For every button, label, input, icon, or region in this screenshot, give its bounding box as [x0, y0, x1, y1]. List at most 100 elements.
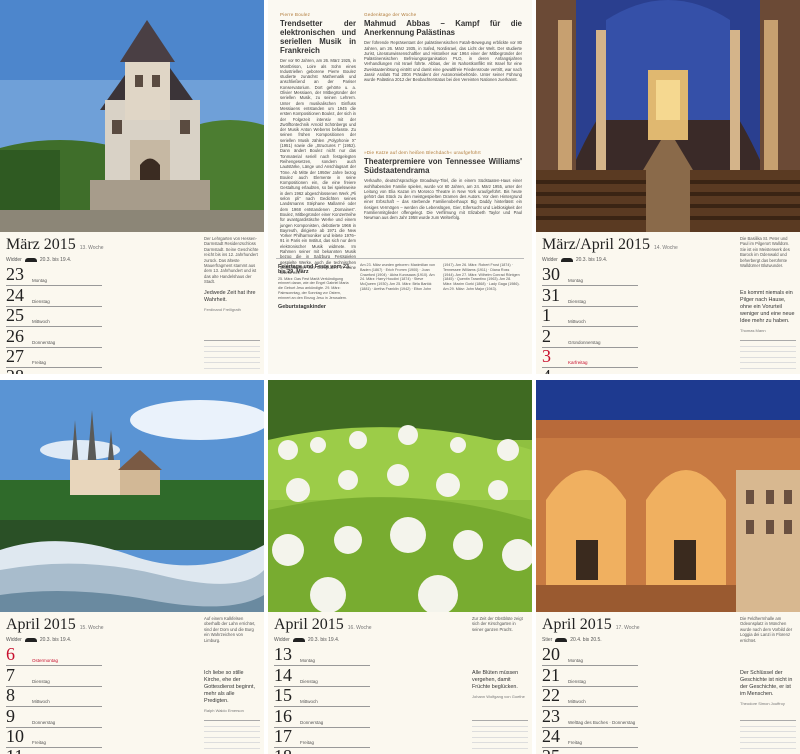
day-row: 16 Donnerstag [274, 707, 370, 728]
mini-calendar-cell [772, 341, 780, 346]
weekday-label: Montag [568, 658, 584, 664]
mini-calendar-cell [756, 352, 764, 357]
day-row: 10 Freitag [6, 727, 102, 748]
mini-calendar-cell [772, 358, 780, 363]
quote: Jedwede Zeit hat ihre Wahrheit. Ferdinand… [204, 290, 256, 312]
mini-calendar-cell [496, 732, 504, 737]
mini-calendar-cell [772, 369, 780, 374]
calendar-page-march: März 2015 13. Woche Widder 20.3. bis 19.4.… [0, 0, 264, 374]
mini-calendar-cell [520, 738, 528, 743]
mini-calendar-cell [520, 732, 528, 737]
mini-calendar-cell [252, 369, 260, 374]
mini-calendar-cell [204, 369, 212, 374]
mini-calendar-cell [748, 363, 756, 368]
mini-calendar [740, 720, 796, 754]
mini-calendar-cell [788, 727, 796, 732]
mini-calendar-cell [512, 749, 520, 754]
mini-calendar-cell [252, 363, 260, 368]
mini-calendar-cell [788, 347, 796, 352]
mini-calendar-cell [244, 347, 252, 352]
photo-castle [0, 0, 264, 232]
mini-calendar-cell [764, 347, 772, 352]
day-row: 14 Dienstag [274, 666, 370, 687]
day-row: 31 Dienstag [542, 286, 638, 307]
day-number: 20 [542, 644, 560, 665]
day-number: 26 [6, 325, 24, 346]
weekday-label: Mittwoch [32, 319, 50, 325]
mini-calendar-cell [496, 721, 504, 726]
mini-calendar-cell [204, 732, 212, 737]
page-title: März/April 2015 14. Woche [542, 236, 678, 253]
mini-calendar-cell [520, 749, 528, 754]
mini-calendar-cell [764, 363, 772, 368]
zodiac-info: Widder 20.3. bis 19.4. [274, 637, 340, 643]
calendar-page-article: Pierre Boulez Trendsetter der elektronis… [268, 0, 532, 374]
mini-calendar-cell [764, 352, 772, 357]
mini-calendar-cell [228, 341, 236, 346]
photo-caption: Der Lehrgarten von Hessen-Darmstadt Resi… [204, 236, 259, 285]
quote: Der Schlüssel der Geschichte ist nicht i… [740, 670, 793, 706]
mini-calendar-cell [204, 738, 212, 743]
mini-calendar-cell [488, 738, 496, 743]
mini-calendar-cell [772, 743, 780, 748]
mini-calendar-cell [252, 721, 260, 726]
mini-calendar-cell [244, 363, 252, 368]
photo-caption: Die Basilika St. Peter und Paul im Pilge… [740, 236, 790, 269]
mini-calendar-row [472, 749, 528, 754]
mini-calendar-cell [488, 749, 496, 754]
zodiac-info: Widder 20.3. bis 19.4. [6, 637, 72, 643]
mini-calendar-cell [244, 738, 252, 743]
mini-calendar-cell [244, 358, 252, 363]
mini-calendar-cell [504, 721, 512, 726]
mini-calendar-cell [756, 732, 764, 737]
mini-calendar-cell [740, 721, 748, 726]
mini-calendar-cell [212, 347, 220, 352]
mini-calendar-cell [244, 743, 252, 748]
mini-calendar-cell [772, 738, 780, 743]
mini-calendar [204, 340, 260, 374]
mini-calendar-cell [772, 749, 780, 754]
mini-calendar-cell [764, 743, 772, 748]
mini-calendar-cell [496, 743, 504, 748]
mini-calendar-cell [740, 347, 748, 352]
mini-calendar-cell [244, 352, 252, 357]
mini-calendar-cell [756, 743, 764, 748]
mini-calendar-cell [236, 352, 244, 357]
mini-calendar-cell [488, 721, 496, 726]
day-number: 4 [542, 367, 551, 374]
mini-calendar-cell [756, 363, 764, 368]
week-number: 15. Woche [79, 625, 104, 631]
mini-calendar-cell [480, 738, 488, 743]
mini-calendar-cell [244, 341, 252, 346]
weekday-label: Montag [32, 278, 48, 284]
mini-calendar [472, 720, 528, 754]
weekday-label: Dienstag [568, 678, 586, 684]
mini-calendar-cell [764, 358, 772, 363]
mini-calendar-cell [244, 369, 252, 374]
mini-calendar-cell [220, 347, 228, 352]
mini-calendar-cell [488, 727, 496, 732]
page-title: März 2015 13. Woche [6, 236, 104, 253]
day-number: 2 [542, 325, 551, 346]
weekday-label: Mittwoch [568, 319, 586, 325]
day-row: 3 Karfreitag [542, 345, 638, 368]
weekday-label: Montag [300, 658, 316, 664]
weekday-label: Karfreitag [568, 359, 588, 365]
info-box: Feiertage und Feste vom 23. bis 29. März… [276, 258, 524, 368]
day-number: 18 [274, 747, 292, 754]
week-number: 13. Woche [79, 245, 104, 251]
mini-calendar-cell [772, 727, 780, 732]
sun-icon [24, 637, 37, 642]
photo-caption: Auf einem Kalkfelsen oberhalb der Lahn e… [204, 616, 256, 643]
day-number: 3 [542, 345, 551, 366]
day-row: 9 Donnerstag [6, 707, 102, 728]
mini-calendar-cell [756, 738, 764, 743]
mini-calendar-cell [228, 749, 236, 754]
weekday-label: Welttag des Buches · Donnerstag [568, 719, 636, 725]
article-abbas: Gedenktage der Woche Mahmud Abbas – Kamp… [364, 12, 522, 83]
mini-calendar-cell [740, 363, 748, 368]
mini-calendar-cell [204, 352, 212, 357]
mini-calendar-cell [772, 363, 780, 368]
week-number: 16. Woche [347, 625, 372, 631]
holidays-box: Feiertage und Feste vom 23. bis 29. März… [278, 264, 351, 310]
